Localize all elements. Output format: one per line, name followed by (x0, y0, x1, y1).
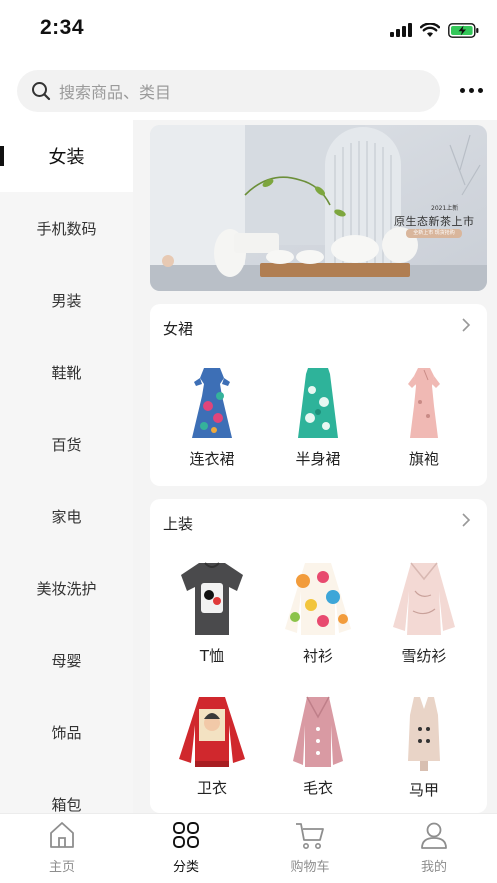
sidebar-item-baby[interactable]: 母婴 (0, 624, 133, 696)
sidebar-item-digital[interactable]: 手机数码 (0, 192, 133, 264)
product-label: 半身裙 (295, 450, 341, 468)
search-input[interactable]: 搜索商品、类目 (17, 70, 440, 112)
skirt-image (298, 368, 338, 438)
product-skirt[interactable]: 半身裙 (268, 366, 368, 469)
tab-category[interactable]: 分类 (124, 820, 248, 875)
signal-icon (390, 23, 412, 37)
product-tshirt[interactable]: T恤 (162, 561, 262, 666)
tab-label: 主页 (48, 860, 75, 875)
status-bar: 2:34 (0, 0, 497, 62)
bottom-tab-bar: 主页 分类 购物车 我的 (0, 813, 497, 883)
product-sweater[interactable]: 毛衣 (268, 695, 368, 798)
tab-label: 我的 (420, 860, 447, 875)
sweatshirt-image (179, 697, 245, 767)
banner-title: 原生态新茶上市 (394, 215, 475, 228)
search-placeholder: 搜索商品、类目 (59, 83, 172, 102)
sidebar-item-label: 家电 (51, 507, 82, 526)
tab-cart[interactable]: 购物车 (248, 820, 372, 875)
vest-image (408, 697, 440, 771)
product-label: 马甲 (408, 781, 439, 799)
chevron-right-icon[interactable] (461, 512, 471, 528)
cart-icon (296, 823, 324, 849)
sidebar-item-general[interactable]: 百货 (0, 408, 133, 480)
tab-home[interactable]: 主页 (0, 820, 124, 875)
status-icons (390, 20, 479, 40)
tab-label: 购物车 (290, 860, 330, 875)
tab-profile[interactable]: 我的 (372, 820, 496, 875)
sidebar-item-label: 饰品 (51, 723, 82, 742)
section-tops: 上装 T恤 衬衫 雪纺衫 卫衣 毛衣 马甲 (150, 499, 487, 813)
product-label: 卫衣 (196, 779, 227, 797)
product-shirt[interactable]: 衬衫 (268, 561, 368, 666)
promo-banner[interactable]: 2021上新 原生态新茶上市 全新上市 现货抢购 (150, 125, 487, 291)
product-label: T恤 (199, 647, 225, 665)
product-qipao[interactable]: 旗袍 (374, 366, 474, 469)
section-title: 上装 (163, 515, 194, 533)
sidebar-item-shoes[interactable]: 鞋靴 (0, 336, 133, 408)
sidebar-item-beauty[interactable]: 美妆洗护 (0, 552, 133, 624)
tshirt-image (181, 562, 243, 635)
home-icon (50, 822, 74, 848)
sidebar-item-womens[interactable]: 女装 (0, 120, 133, 192)
product-label: 雪纺衫 (401, 647, 447, 665)
category-icon (173, 822, 199, 848)
tab-label: 分类 (172, 860, 199, 875)
section-dresses: 女裙 连衣裙 半身裙 旗袍 (150, 304, 487, 486)
sidebar-item-label: 鞋靴 (51, 363, 82, 382)
sidebar-item-bags[interactable]: 箱包 (0, 768, 133, 814)
product-chiffon-blouse[interactable]: 雪纺衫 (374, 561, 474, 666)
chevron-right-icon[interactable] (461, 317, 471, 333)
banner-year: 2021上新 (431, 205, 459, 212)
shirt-image (285, 563, 351, 635)
category-sidebar: 女装 手机数码 男装 鞋靴 百货 家电 美妆洗护 母婴 饰品 箱包 (0, 120, 133, 813)
sidebar-item-label: 美妆洗护 (36, 579, 97, 598)
product-label: 旗袍 (408, 450, 439, 468)
product-label: 衬衫 (302, 647, 333, 665)
battery-charging-icon (448, 22, 479, 38)
sidebar-item-label: 百货 (51, 435, 82, 454)
sweater-image (293, 696, 343, 767)
chiffon-blouse-image (393, 562, 455, 635)
more-dots-icon[interactable] (455, 80, 487, 100)
category-content: 2021上新 原生态新茶上市 全新上市 现货抢购 女裙 连衣裙 半身裙 旗袍 上… (133, 120, 497, 813)
status-time: 2:34 (40, 16, 85, 39)
product-dress[interactable]: 连衣裙 (162, 366, 262, 469)
sidebar-item-label: 母婴 (51, 651, 82, 670)
search-icon (32, 82, 51, 101)
qipao-image (408, 368, 440, 438)
product-vest[interactable]: 马甲 (374, 695, 474, 800)
sidebar-item-appliances[interactable]: 家电 (0, 480, 133, 552)
sidebar-item-mens[interactable]: 男装 (0, 264, 133, 336)
banner-tag: 全新上市 现货抢购 (406, 229, 462, 238)
sidebar-item-label: 箱包 (51, 795, 82, 814)
sidebar-item-label: 手机数码 (36, 219, 97, 238)
sidebar-item-label: 男装 (51, 291, 82, 310)
sidebar-item-accessories[interactable]: 饰品 (0, 696, 133, 768)
section-title: 女裙 (163, 320, 194, 338)
sidebar-item-label: 女装 (48, 147, 85, 168)
product-label: 毛衣 (302, 779, 333, 797)
product-label: 连衣裙 (189, 450, 235, 468)
dress-image (192, 368, 232, 438)
profile-icon (421, 822, 447, 849)
product-sweatshirt[interactable]: 卫衣 (162, 695, 262, 798)
wifi-icon (420, 22, 440, 38)
